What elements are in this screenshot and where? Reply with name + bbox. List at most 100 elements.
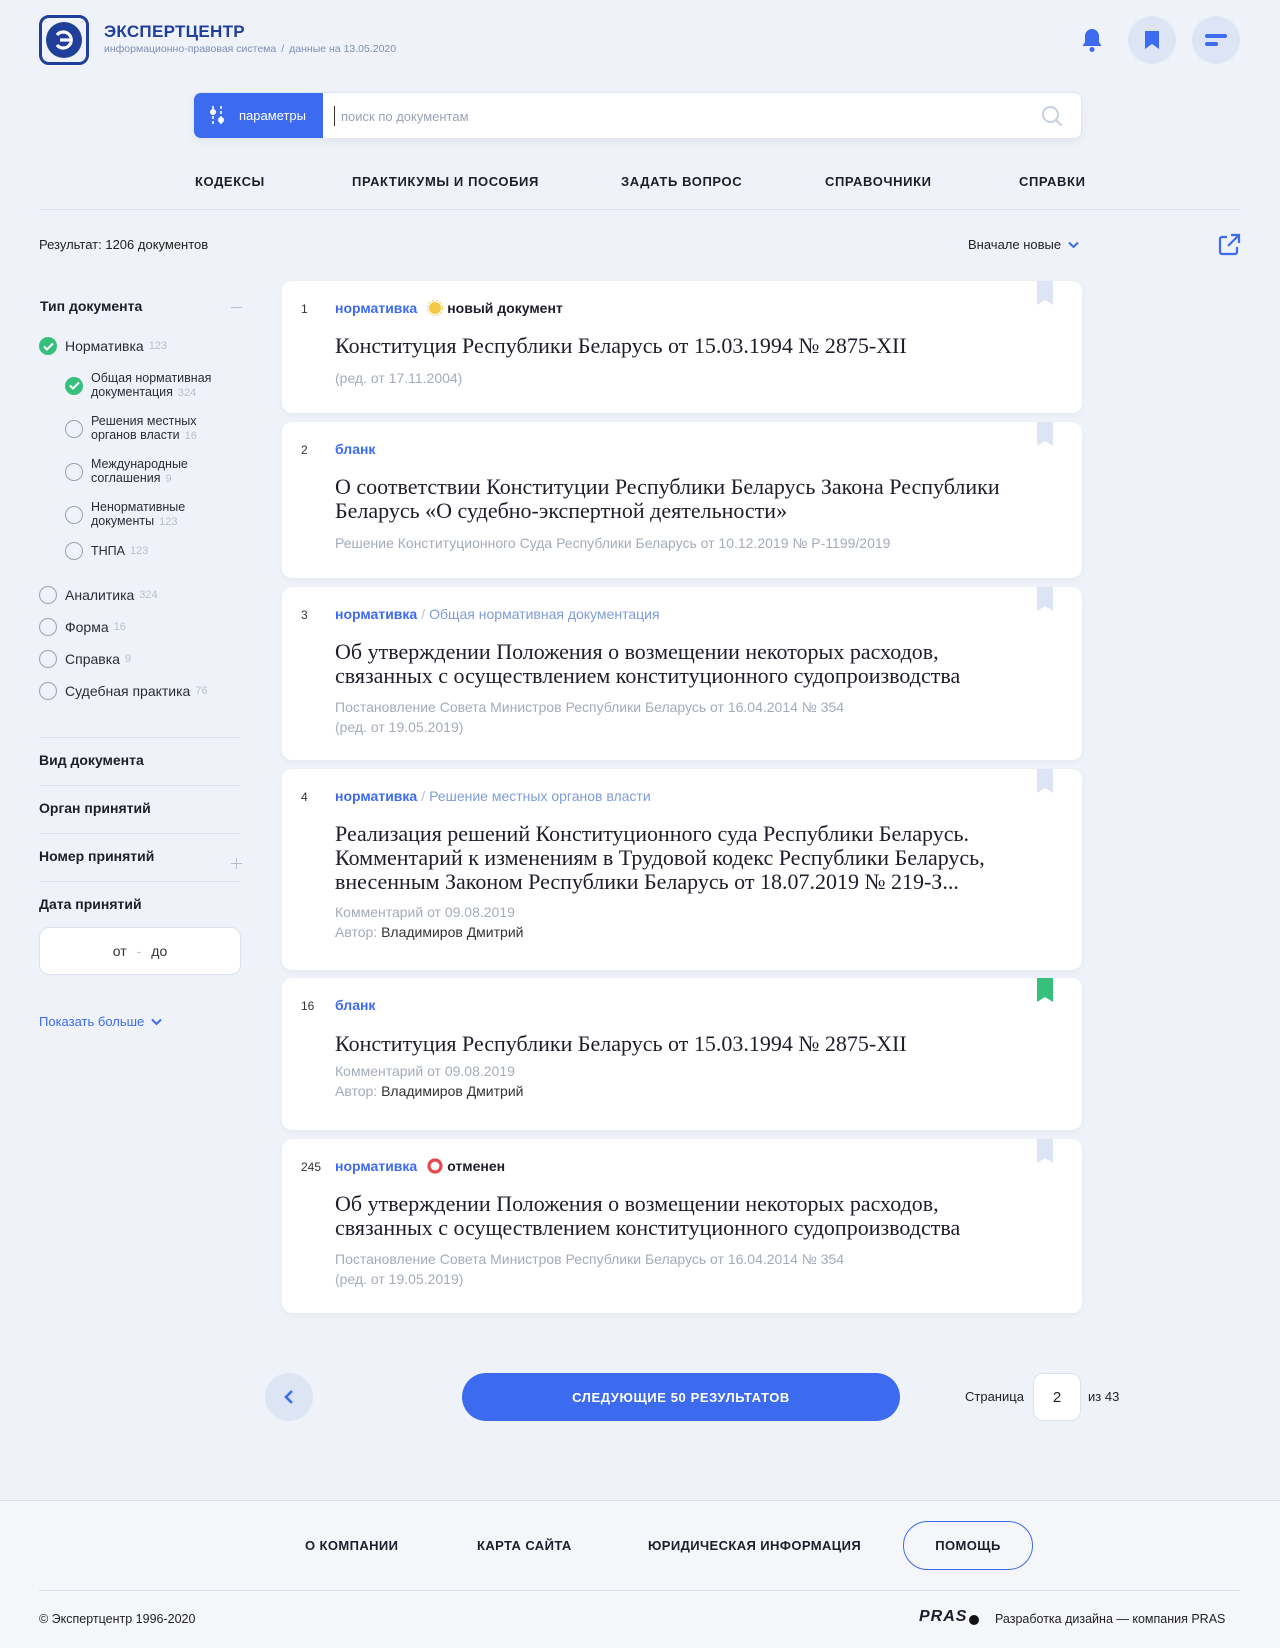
result-number: 4 [301, 790, 308, 804]
export-button[interactable] [1217, 233, 1241, 262]
author-name[interactable]: Владимиров Дмитрий [381, 924, 523, 940]
doc-type-tag[interactable]: бланк [335, 441, 375, 457]
doc-type-tag[interactable]: нормативка [335, 300, 417, 316]
filter-reference[interactable]: Справка 9 [39, 650, 131, 668]
prev-page-button[interactable] [265, 1373, 313, 1421]
filter-date-title[interactable]: Дата принятий [39, 896, 142, 912]
filter-form[interactable]: Форма 16 [39, 618, 126, 636]
footer-link-about[interactable]: О КОМПАНИИ [305, 1538, 398, 1553]
result-title[interactable]: Конституция Республики Беларусь от 15.03… [335, 334, 1055, 358]
date-from[interactable]: от [113, 943, 127, 959]
result-card[interactable]: 1 нормативка новый документ Конституция … [282, 281, 1082, 413]
notifications-button[interactable] [1080, 27, 1104, 58]
filter-international[interactable]: Международные соглашения 9 [65, 457, 188, 486]
doc-type-tag[interactable]: бланк [335, 997, 375, 1013]
result-number: 245 [301, 1160, 322, 1174]
meta-line: Комментарий от 09.08.2019 [335, 1063, 515, 1079]
filter-count: 9 [124, 653, 132, 665]
copyright: © Экспертцентр 1996-2020 [39, 1612, 196, 1626]
filter-court-practice[interactable]: Судебная практика 76 [39, 682, 208, 700]
footer-link-sitemap[interactable]: КАРТА САЙТА [477, 1538, 572, 1553]
filter-label: Справка [65, 651, 120, 667]
sort-dropdown[interactable]: Вначале новые [968, 237, 1079, 252]
doc-subtype-tag[interactable]: Общая нормативная документация [429, 606, 659, 622]
pras-logo[interactable]: PRAS [919, 1608, 980, 1626]
bookmark-icon[interactable] [1037, 1139, 1053, 1163]
result-card[interactable]: 245 нормативка отменен Об утверждении По… [282, 1139, 1082, 1313]
menu-button[interactable] [1192, 16, 1240, 64]
result-title[interactable]: Об утверждении Положения о возмещении не… [335, 640, 1055, 688]
sort-label: Вначале новые [968, 237, 1062, 252]
filter-kind-title[interactable]: Вид документа [39, 752, 144, 768]
filter-analytics[interactable]: Аналитика 324 [39, 586, 158, 604]
filter-tnpa[interactable]: ТНПА 123 [65, 542, 148, 560]
result-title[interactable]: О соответствии Конституции Республики Бе… [335, 475, 1055, 523]
nav-directories[interactable]: СПРАВОЧНИКИ [825, 174, 932, 189]
expand-plus-icon[interactable] [231, 856, 242, 874]
divider [39, 881, 241, 882]
result-number: 3 [301, 608, 308, 622]
result-card[interactable]: 16 бланк Конституция Республики Беларусь… [282, 978, 1082, 1130]
author-name[interactable]: Владимиров Дмитрий [381, 1083, 523, 1099]
cancelled-circle-icon [427, 1158, 443, 1174]
show-more-link[interactable]: Показать больше [39, 1014, 163, 1029]
filter-doc-type-title[interactable]: Тип документа [40, 298, 142, 314]
new-badge: новый документ [427, 300, 563, 316]
result-title[interactable]: Конституция Республики Беларусь от 15.03… [335, 1032, 1055, 1056]
filter-non-normative[interactable]: Ненормативные документы 123 [65, 500, 185, 529]
date-to[interactable]: до [151, 943, 167, 959]
result-number: 1 [301, 302, 308, 316]
page-label: Страница [965, 1389, 1024, 1404]
filter-organ-title[interactable]: Орган принятий [39, 800, 151, 816]
result-tags: нормативка новый документ [335, 300, 563, 316]
footer-link-legal[interactable]: ЮРИДИЧЕСКАЯ ИНФОРМАЦИЯ [648, 1538, 861, 1553]
date-range-field[interactable]: от - до [39, 927, 241, 975]
search-input[interactable] [334, 106, 1014, 126]
result-title[interactable]: Реализация решений Конституционного суда… [335, 822, 1055, 894]
result-card[interactable]: 2 бланк О соответствии Конституции Респу… [282, 422, 1082, 578]
result-title[interactable]: Об утверждении Положения о возмещении не… [335, 1192, 1055, 1240]
bookmark-icon[interactable] [1037, 587, 1053, 611]
filter-count: 16 [113, 621, 126, 633]
result-tags: нормативка / Решение местных органов власт… [335, 788, 651, 804]
filter-label: Общая нормативная документация 324 [91, 371, 211, 400]
result-card[interactable]: 4 нормативка / Решение местных органов вла… [282, 769, 1082, 970]
filter-normativka[interactable]: Нормативка 123 [39, 337, 167, 355]
search-icon[interactable] [1041, 105, 1063, 132]
filter-count: 123 [148, 340, 168, 352]
help-button[interactable]: ПОМОЩЬ [903, 1521, 1033, 1570]
collapse-icon[interactable] [231, 307, 242, 308]
nav-practicums[interactable]: ПРАКТИКУМЫ И ПОСОБИЯ [352, 174, 539, 189]
result-meta: Постановление Совета Министров Республик… [335, 1249, 844, 1289]
filter-local-authorities[interactable]: Решения местных органов власти 16 [65, 414, 197, 443]
author-label: Автор: [335, 1083, 378, 1099]
result-card[interactable]: 3 нормативка / Общая нормативная документа… [282, 587, 1082, 760]
bookmarks-button[interactable] [1128, 16, 1176, 64]
bookmark-icon[interactable] [1037, 769, 1053, 793]
logo[interactable] [39, 15, 89, 65]
params-button[interactable]: параметры [194, 93, 323, 138]
page-number-input[interactable]: 2 [1033, 1373, 1081, 1421]
divider [39, 209, 1240, 210]
doc-type-tag[interactable]: нормативка [335, 606, 417, 622]
bookmark-icon[interactable] [1037, 281, 1053, 305]
checkbox-icon [39, 618, 57, 636]
bookmark-icon[interactable] [1037, 422, 1053, 446]
checkbox-icon [39, 682, 57, 700]
filter-general-normative[interactable]: Общая нормативная документация 324 [65, 371, 211, 400]
nav-ask-question[interactable]: ЗАДАТЬ ВОПРОС [621, 174, 742, 189]
bookmark-active-icon[interactable] [1037, 978, 1053, 1002]
doc-subtype-tag[interactable]: Решение местных органов власти [429, 788, 651, 804]
next-results-button[interactable]: СЛЕДУЮЩИЕ 50 РЕЗУЛЬТАТОВ [462, 1373, 900, 1421]
filter-label: Ненормативные документы 123 [91, 500, 185, 529]
nav-codes[interactable]: КОДЕКСЫ [195, 174, 265, 189]
meta-line: Постановление Совета Министров Республик… [335, 699, 845, 715]
doc-type-tag[interactable]: нормативка [335, 1158, 417, 1174]
nav-references[interactable]: СПРАВКИ [1019, 174, 1086, 189]
checkbox-checked-icon [39, 337, 57, 355]
checkbox-icon [39, 586, 57, 604]
filter-number-title[interactable]: Номер принятий [39, 848, 154, 864]
doc-type-tag[interactable]: нормативка [335, 788, 417, 804]
result-tags: нормативка / Общая нормативная документаци… [335, 606, 660, 622]
title-line: внесенным Законом Республики Беларусь от… [335, 869, 959, 894]
